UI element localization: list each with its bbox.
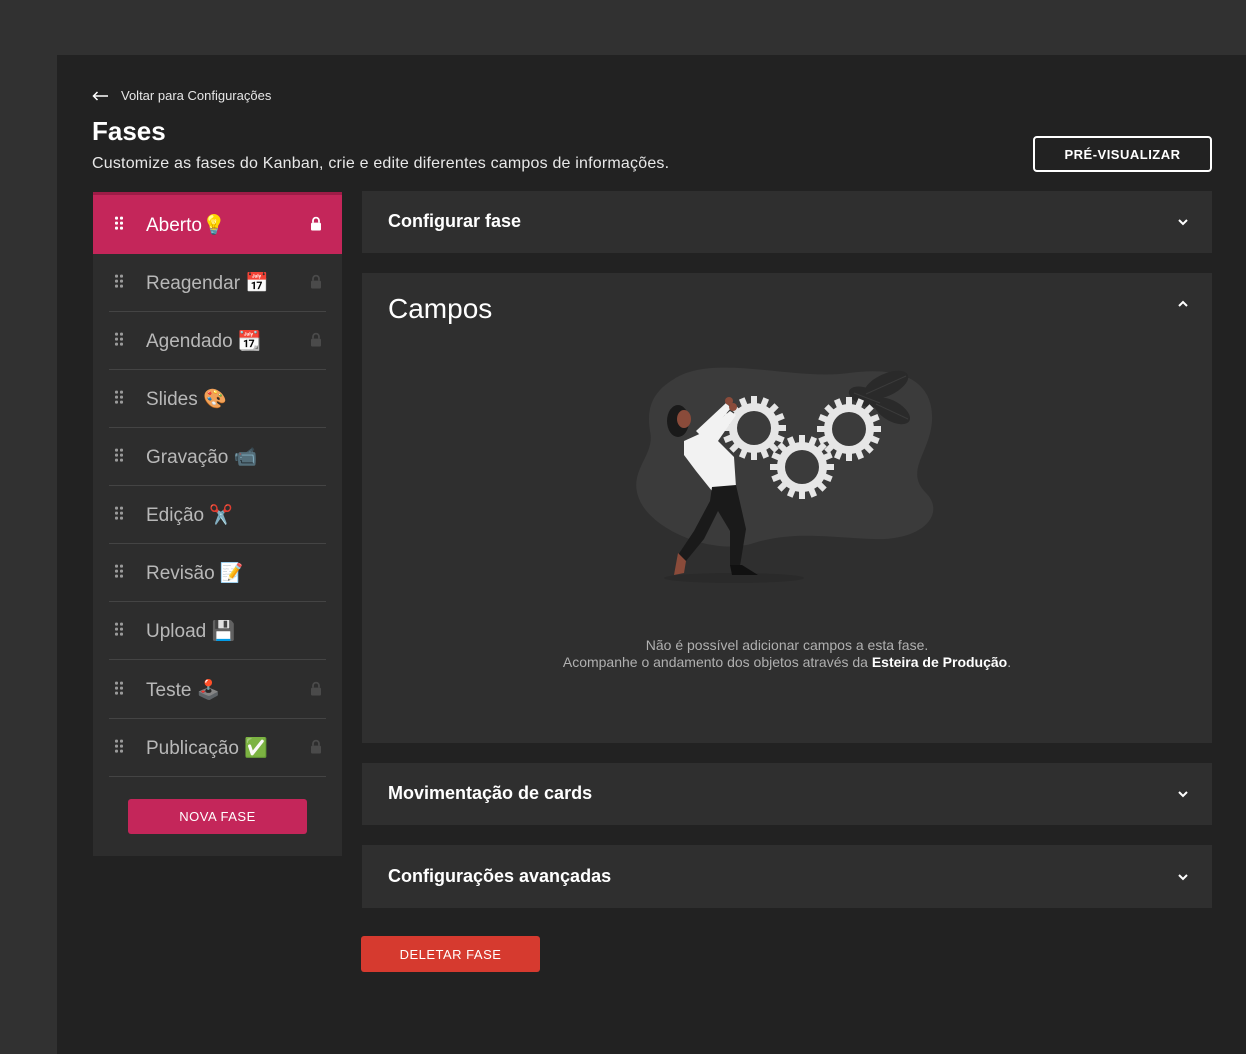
phase-item[interactable]: Upload 💾: [93, 602, 342, 660]
lock-icon: [311, 739, 321, 754]
lock-icon: [311, 274, 321, 289]
phase-item[interactable]: Agendado 📆: [93, 312, 342, 370]
back-link-label: Voltar para Configurações: [121, 88, 272, 103]
phase-list: Aberto💡 Reagendar 📅 Agendado 📆 Slides 🎨 Grav…: [93, 192, 342, 856]
lock-icon: [311, 681, 321, 696]
drag-handle-icon[interactable]: [115, 332, 125, 347]
empty-state-message: Não é possível adicionar campos a esta f…: [362, 637, 1212, 671]
phase-item[interactable]: Teste 🕹️: [93, 661, 342, 719]
phase-item[interactable]: Aberto💡: [93, 192, 342, 254]
page-subtitle: Customize as fases do Kanban, crie e edi…: [92, 155, 670, 172]
empty-state-line2: Acompanhe o andamento dos objetos atravé…: [562, 654, 1012, 670]
phase-label: Aberto💡: [146, 214, 226, 236]
advanced-settings-title: Configurações avançadas: [388, 866, 612, 886]
drag-handle-icon[interactable]: [115, 216, 125, 230]
chevron-up-icon[interactable]: [1176, 297, 1190, 311]
phase-item[interactable]: Revisão 📝: [93, 544, 342, 602]
phase-item[interactable]: Publicação ✅: [93, 719, 342, 777]
phase-item[interactable]: Gravação 📹: [93, 428, 342, 486]
delete-phase-button[interactable]: DELETAR FASE: [361, 936, 540, 972]
phase-label: Publicação ✅: [146, 738, 268, 759]
arrow-left-icon: [92, 90, 108, 101]
back-to-settings-link[interactable]: Voltar para Configurações: [92, 88, 271, 103]
phase-label: Gravação 📹: [146, 447, 258, 468]
divider: [109, 659, 326, 660]
left-rail: [0, 0, 57, 1054]
top-bar: [57, 0, 1246, 55]
drag-handle-icon[interactable]: [115, 448, 125, 463]
lock-icon: [311, 216, 321, 231]
phase-label: Upload 💾: [146, 621, 236, 642]
phase-label: Revisão 📝: [146, 563, 244, 584]
phase-item[interactable]: Slides 🎨: [93, 370, 342, 428]
lock-icon: [311, 332, 321, 347]
phase-item[interactable]: Reagendar 📅: [93, 254, 342, 312]
drag-handle-icon[interactable]: [115, 564, 125, 579]
configure-phase-section[interactable]: Configurar fase: [362, 191, 1212, 253]
phase-label: Teste 🕹️: [146, 680, 221, 701]
phase-label: Agendado 📆: [146, 331, 262, 352]
configure-phase-title: Configurar fase: [388, 211, 522, 231]
fields-section: Campos Não é possível adicionar campos a…: [362, 273, 1212, 743]
chevron-down-icon[interactable]: [1176, 787, 1190, 801]
phase-label: Reagendar 📅: [146, 273, 269, 294]
chevron-down-icon[interactable]: [1176, 215, 1190, 229]
page-title: Fases: [92, 116, 166, 146]
chevron-down-icon[interactable]: [1176, 870, 1190, 884]
empty-state-line1: Não é possível adicionar campos a esta f…: [645, 637, 929, 653]
preview-button[interactable]: PRÉ-VISUALIZAR: [1033, 136, 1212, 172]
production-line-link[interactable]: Esteira de Produção: [872, 654, 1007, 670]
drag-handle-icon[interactable]: [115, 681, 125, 696]
phase-label: Slides 🎨: [146, 389, 227, 410]
gears-illustration: [636, 367, 934, 583]
phase-label: Edição ✂️: [146, 505, 234, 526]
new-phase-button[interactable]: NOVA FASE: [128, 799, 307, 834]
drag-handle-icon[interactable]: [115, 274, 125, 289]
card-movement-title: Movimentação de cards: [388, 783, 593, 803]
drag-handle-icon[interactable]: [115, 390, 125, 405]
divider: [109, 776, 326, 777]
phase-item[interactable]: Edição ✂️: [93, 486, 342, 544]
drag-handle-icon[interactable]: [115, 506, 125, 521]
drag-handle-icon[interactable]: [115, 622, 125, 637]
drag-handle-icon[interactable]: [115, 739, 125, 754]
card-movement-section[interactable]: Movimentação de cards: [362, 763, 1212, 825]
fields-title: Campos: [388, 293, 493, 324]
advanced-settings-section[interactable]: Configurações avançadas: [362, 845, 1212, 908]
